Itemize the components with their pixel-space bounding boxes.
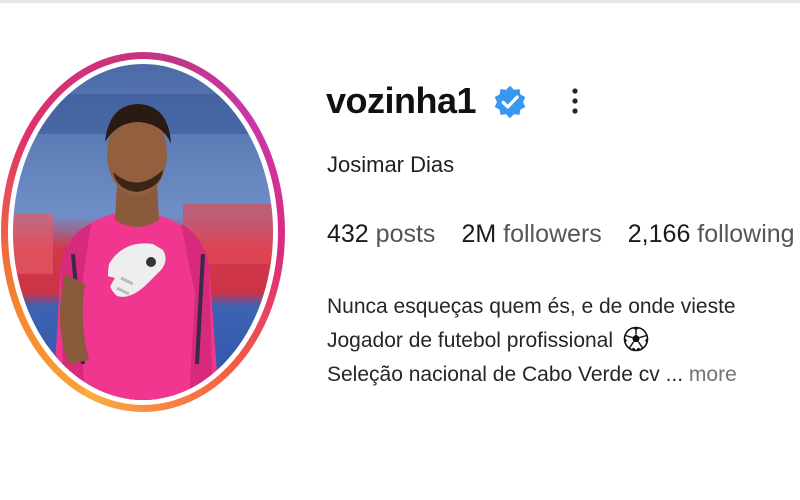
more-options-icon[interactable] bbox=[562, 84, 588, 118]
posts-count: 432 bbox=[327, 220, 369, 248]
followers-stat[interactable]: 2M followers bbox=[461, 220, 601, 249]
soccer-ball-icon bbox=[623, 326, 649, 352]
verified-badge-icon bbox=[492, 84, 528, 120]
bio-line-2-text: Jogador de futebol profissional bbox=[327, 329, 614, 352]
bio-line-1: Nunca esqueças quem és, e de onde vieste bbox=[327, 295, 736, 318]
followers-label: followers bbox=[503, 220, 602, 248]
bio-line-3-text: Seleção nacional de Cabo Verde cv ... bbox=[327, 363, 684, 386]
posts-stat[interactable]: 432 posts bbox=[327, 220, 435, 249]
avatar[interactable] bbox=[13, 64, 273, 400]
bio-line-2: Jogador de futebol profissional bbox=[327, 324, 800, 358]
top-border bbox=[0, 0, 800, 3]
username: vozinha1 bbox=[326, 80, 477, 121]
following-count: 2,166 bbox=[627, 220, 691, 248]
followers-count: 2M bbox=[461, 220, 497, 248]
following-label: following bbox=[697, 220, 795, 248]
full-name: Josimar Dias bbox=[327, 152, 455, 177]
story-ring[interactable] bbox=[1, 52, 285, 412]
bio: Nunca esqueças quem és, e de onde vieste… bbox=[327, 290, 800, 392]
bio-line-3: Seleção nacional de Cabo Verde cv ... mo… bbox=[327, 358, 800, 392]
more-link[interactable]: more bbox=[689, 363, 737, 386]
profile-photo bbox=[13, 64, 273, 400]
profile-stats: 432 posts 2M followers 2,166 following bbox=[327, 220, 800, 249]
posts-label: posts bbox=[375, 220, 436, 248]
following-stat[interactable]: 2,166 following bbox=[628, 220, 795, 249]
